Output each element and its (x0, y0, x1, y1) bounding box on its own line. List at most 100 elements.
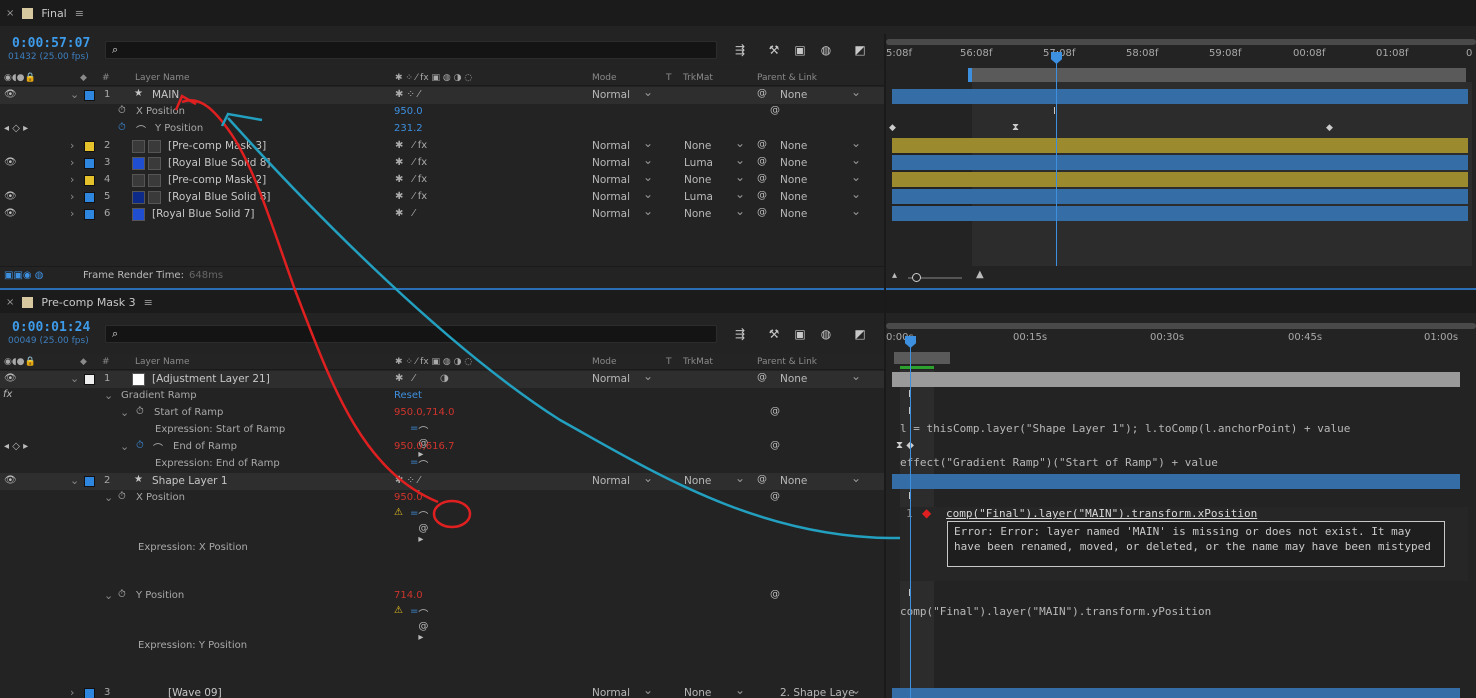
parent-dropdown[interactable]: 2. Shape Laye (780, 683, 864, 698)
layer-row-3[interactable]: 👁 › 3 [Royal Blue Solid 8] ✱ ⁄ fx Normal… (0, 153, 884, 172)
switches[interactable]: ✱ ⁄ fx (395, 157, 427, 168)
panel-divider[interactable] (0, 288, 1476, 290)
work-area-bar[interactable] (886, 39, 1476, 45)
keyframe-nav-icon[interactable]: ◂ ◇ ▸ (4, 441, 28, 452)
eye-icon[interactable]: 👁 (4, 475, 17, 486)
chevron-down-icon[interactable]: ⌄ (70, 474, 79, 487)
menu-icon[interactable]: ≡ (75, 7, 84, 20)
layer-row-5[interactable]: 👁 › 5 [Royal Blue Solid 8] ✱ ⁄ fx Normal… (0, 187, 884, 206)
draft-3d-icon[interactable]: ⚒ (766, 43, 782, 57)
expression-x-position[interactable]: comp("Final").layer("MAIN").transform.xP… (946, 507, 1257, 520)
eye-icon[interactable]: 👁 (4, 373, 17, 384)
layer-name[interactable]: [Adjustment Layer 21] (152, 373, 270, 385)
fx-icon[interactable]: fx (3, 389, 12, 400)
menu-icon[interactable]: ≡ (144, 296, 153, 309)
pickwhip-icon[interactable]: @ (757, 156, 767, 167)
switches[interactable]: ✱ ⁄ fx (395, 174, 427, 185)
trkmat-dropdown[interactable]: Luma (684, 187, 748, 205)
zoom-in-icon[interactable]: ▲ (976, 269, 984, 280)
work-area-range[interactable] (894, 352, 950, 364)
mode-dropdown[interactable]: Normal (592, 683, 656, 698)
chevron-down-icon[interactable]: ⌄ (120, 440, 129, 453)
timeline-ruler[interactable]: 5:08f 56:08f 57:08f 58:08f 59:08f 00:08f… (886, 46, 1476, 68)
bottom-timeline[interactable]: 0:00s 00:15s 00:30s 00:45s 01:00s I I l … (886, 318, 1476, 698)
prop-row-start-ramp[interactable]: ⌄ ⏱ Start of Ramp 950.0,714.0 @ (0, 405, 884, 422)
chevron-down-icon[interactable]: ⌄ (104, 389, 113, 402)
work-area-bar[interactable] (886, 323, 1476, 329)
stopwatch-icon[interactable]: ⏱ (136, 406, 144, 417)
tab-pre-comp-mask-3[interactable]: × Pre-comp Mask 3 ≡ (6, 293, 153, 311)
label-color[interactable] (84, 688, 95, 698)
parent-dropdown[interactable]: None (780, 471, 864, 489)
eye-icon[interactable]: 👁 (4, 89, 17, 100)
column-parent[interactable]: Parent & Link (757, 357, 817, 367)
current-time[interactable]: 0:00:57:07 (12, 36, 90, 51)
prop-value[interactable]: 950.0,616.7 (394, 441, 454, 452)
layer-name[interactable]: MAIN (152, 89, 179, 101)
layer-bar-6[interactable] (892, 206, 1468, 221)
keyframe-nav-icon[interactable]: ◂ ◇ ▸ (4, 123, 28, 134)
label-color[interactable] (84, 476, 95, 487)
pickwhip-icon[interactable]: @ (757, 190, 767, 201)
frame-blending-icon[interactable]: ▣ (792, 43, 808, 57)
effect-row-gradient-ramp[interactable]: fx ⌄ Gradient Ramp Reset (0, 388, 884, 405)
mode-dropdown[interactable]: Normal (592, 187, 656, 205)
prop-value[interactable]: 714.0 (394, 590, 423, 601)
keyframe-icon[interactable]: ⧗ ◆ (896, 440, 914, 451)
layer-name[interactable]: [Wave 09] (168, 687, 222, 698)
chevron-right-icon[interactable]: › (70, 156, 74, 169)
layer-row-main[interactable]: 👁 ⌄ 1 ★ MAIN ✱ ⁘ ⁄ Normal @ None (0, 85, 884, 104)
mode-dropdown[interactable]: Normal (592, 170, 656, 188)
prop-row-x-position[interactable]: ⌄ ⏱ X Position 950.0 @ (0, 490, 884, 507)
prop-row-y-position[interactable]: ◂ ◇ ▸ ⏱ ⌒ Y Position 231.2 (0, 121, 884, 138)
zoom-knob[interactable] (912, 273, 921, 282)
switches[interactable]: ✱ ⁄ fx (395, 191, 427, 202)
parent-dropdown[interactable]: None (780, 153, 864, 171)
comp-mini-flowchart-icon[interactable]: ⇶ (732, 43, 748, 57)
layer-row-shape-layer-1[interactable]: 👁 ⌄ 2 ★ Shape Layer 1 ✱ ⁘ ⁄ Normal None … (0, 471, 884, 490)
trkmat-dropdown[interactable]: None (684, 683, 748, 698)
chevron-down-icon[interactable]: ⌄ (70, 372, 79, 385)
chevron-right-icon[interactable]: › (70, 173, 74, 186)
prop-row-y-position[interactable]: ⌄ ⏱ Y Position 714.0 @ (0, 588, 884, 605)
layer-bar-3[interactable] (892, 155, 1468, 170)
graph-icon[interactable]: ⌒ (136, 122, 146, 137)
close-icon[interactable]: × (6, 297, 14, 308)
chevron-down-icon[interactable]: ⌄ (70, 88, 79, 101)
layer-row-2[interactable]: › 2 [Pre-comp Mask 3] ✱ ⁄ fx Normal None… (0, 136, 884, 155)
column-mode[interactable]: Mode (592, 357, 617, 367)
chevron-down-icon[interactable]: ⌄ (104, 589, 113, 602)
parent-dropdown[interactable]: None (780, 136, 864, 154)
pickwhip-icon[interactable]: @ (757, 474, 767, 485)
prop-row-x-position[interactable]: ⏱ X Position 950.0 @ (0, 104, 884, 121)
column-layer-name[interactable]: Layer Name (135, 357, 190, 367)
keyframe-icon[interactable]: ◆ (1326, 123, 1333, 133)
parent-dropdown[interactable]: None (780, 187, 864, 205)
footer-toggle-icons[interactable]: ▣▣◉ ◍ (4, 270, 44, 281)
parent-dropdown[interactable]: None (780, 369, 864, 387)
layer-row-adjustment[interactable]: 👁 ⌄ 1 [Adjustment Layer 21] ✱ ⁄ ◑ Normal… (0, 369, 884, 388)
stopwatch-active-icon[interactable]: ⏱ (136, 440, 144, 451)
prop-value[interactable]: 950.0 (394, 106, 423, 117)
timeline-splitter[interactable] (884, 34, 886, 698)
column-mode[interactable]: Mode (592, 73, 617, 83)
motion-blur-icon[interactable]: ◍ (818, 327, 834, 341)
search-input[interactable]: ⌕ (105, 41, 717, 59)
work-area-range[interactable] (968, 68, 1466, 82)
label-color[interactable] (84, 141, 95, 152)
column-parent[interactable]: Parent & Link (757, 73, 817, 83)
keyframe-icon[interactable]: ⧗ (1012, 122, 1019, 133)
mode-dropdown[interactable]: Normal (592, 369, 656, 387)
eye-icon[interactable]: 👁 (4, 191, 17, 202)
layer-row-6[interactable]: 👁 › 6 [Royal Blue Solid 7] ✱ ⁄ Normal No… (0, 204, 884, 223)
prop-value[interactable]: 950.0 (394, 492, 423, 503)
label-color[interactable] (84, 209, 95, 220)
expression-start-ramp[interactable]: l = thisComp.layer("Shape Layer 1"); l.t… (900, 422, 1350, 435)
stopwatch-active-icon[interactable]: ⏱ (118, 122, 126, 133)
layer-bar-main[interactable] (892, 89, 1468, 104)
chevron-right-icon[interactable]: › (70, 207, 74, 220)
layer-row-3-partial[interactable]: › 3 [Wave 09] Normal None 2. Shape Laye (0, 683, 884, 698)
expression-controls[interactable]: = ⌒ @ ▸ (410, 508, 428, 545)
timeline-ruler[interactable]: 0:00s 00:15s 00:30s 00:45s 01:00s (886, 330, 1476, 352)
switches[interactable]: ✱ ⁘ ⁄ (395, 475, 420, 486)
